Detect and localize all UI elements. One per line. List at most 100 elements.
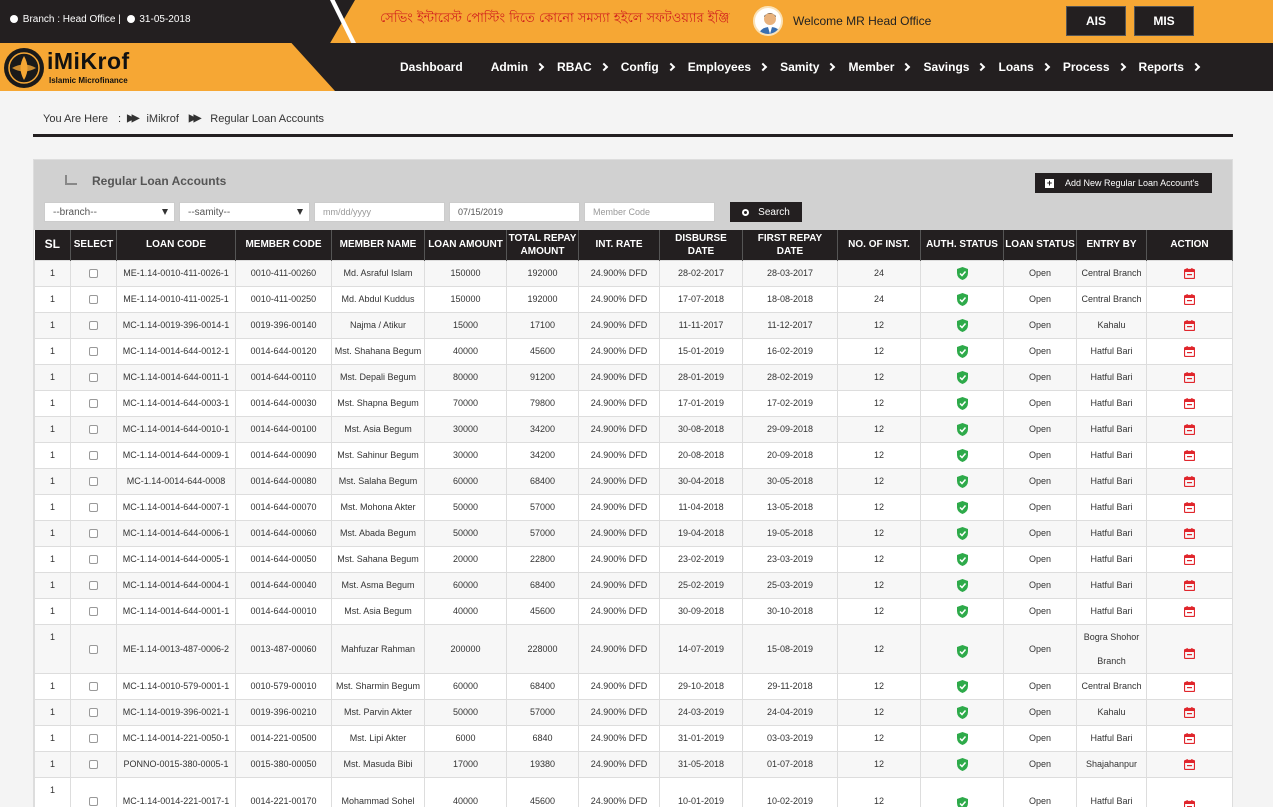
calendar-action-icon[interactable] [1183, 293, 1196, 305]
table-row[interactable]: 1 MC-1.14-0014-644-0011-1 0014-644-00110 Ms… [34, 363, 1233, 391]
row-checkbox[interactable] [89, 451, 98, 461]
table-row[interactable]: 1 MC-1.14-0014-644-0009-1 0014-644-00090 Ms… [34, 441, 1233, 469]
nav-admin[interactable]: Admin [491, 60, 547, 74]
row-checkbox[interactable] [89, 503, 98, 513]
col-header[interactable]: FIRST REPAY DATE [742, 230, 838, 260]
nav-config[interactable]: Config [621, 60, 678, 74]
row-checkbox[interactable] [89, 607, 98, 617]
logo-area[interactable]: iMiKrof Islamic Microfinance [0, 43, 335, 91]
col-header[interactable]: ACTION [1146, 230, 1233, 260]
row-checkbox[interactable] [89, 581, 98, 591]
row-checkbox[interactable] [89, 321, 98, 331]
row-checkbox[interactable] [89, 555, 98, 565]
calendar-action-icon[interactable] [1183, 796, 1196, 807]
nav-loans[interactable]: Loans [998, 60, 1052, 74]
date-to-input[interactable]: 07/15/2019 [449, 202, 580, 222]
row-checkbox[interactable] [89, 644, 98, 654]
cell-inst: 12 [837, 750, 921, 778]
mis-button[interactable]: MIS [1134, 6, 1194, 36]
row-checkbox[interactable] [89, 295, 98, 305]
col-header[interactable]: DISBURSE DATE [659, 230, 743, 260]
nav-rbac[interactable]: RBAC [557, 60, 611, 74]
calendar-action-icon[interactable] [1183, 579, 1196, 591]
col-header[interactable]: ENTRY BY [1076, 230, 1147, 260]
row-checkbox[interactable] [89, 797, 98, 807]
table-row[interactable]: 1 MC-1.14-0014-644-0003-1 0014-644-00030 Ms… [34, 389, 1233, 417]
user-avatar[interactable] [753, 6, 783, 36]
branch-select[interactable]: --branch-- [44, 202, 175, 222]
calendar-action-icon[interactable] [1183, 397, 1196, 409]
calendar-action-icon[interactable] [1183, 501, 1196, 513]
table-row[interactable]: 1 ME-1.14-0013-487-0006-2 0013-487-00060 Ma… [34, 623, 1233, 674]
col-header[interactable]: LOAN CODE [116, 230, 236, 260]
col-header[interactable]: MEMBER CODE [235, 230, 332, 260]
table-row[interactable]: 1 ME-1.14-0010-411-0025-1 0010-411-00250 Md… [34, 285, 1233, 313]
row-checkbox[interactable] [89, 425, 98, 435]
date-from-input[interactable]: mm/dd/yyyy [314, 202, 445, 222]
row-checkbox[interactable] [89, 477, 98, 487]
row-checkbox[interactable] [89, 734, 98, 744]
nav-process[interactable]: Process [1063, 60, 1129, 74]
calendar-action-icon[interactable] [1183, 267, 1196, 279]
table-row[interactable]: 1 MC-1.14-0014-221-0017-1 0014-221-00170 Mo… [34, 776, 1233, 807]
calendar-action-icon[interactable] [1183, 423, 1196, 435]
nav-member[interactable]: Member [848, 60, 913, 74]
calendar-action-icon[interactable] [1183, 706, 1196, 718]
calendar-action-icon[interactable] [1183, 553, 1196, 565]
table-row[interactable]: 1 MC-1.14-0014-644-0006-1 0014-644-00060 Ms… [34, 519, 1233, 547]
col-header[interactable]: TOTAL REPAY AMOUNT [506, 230, 579, 260]
calendar-action-icon[interactable] [1183, 345, 1196, 357]
search-button[interactable]: Search [730, 202, 802, 222]
table-row[interactable]: 1 MC-1.14-0014-644-0001-1 0014-644-00010 Ms… [34, 597, 1233, 625]
samity-select[interactable]: --samity-- [179, 202, 310, 222]
table-row[interactable]: 1 MC-1.14-0014-644-0008 0014-644-00080 Mst.… [34, 467, 1233, 495]
nav-savings[interactable]: Savings [923, 60, 988, 74]
row-checkbox[interactable] [89, 529, 98, 539]
table-row[interactable]: 1 MC-1.14-0019-396-0014-1 0019-396-00140 Na… [34, 311, 1233, 339]
col-header[interactable]: SL [34, 230, 71, 260]
nav-samity[interactable]: Samity [780, 60, 838, 74]
col-header[interactable]: LOAN AMOUNT [424, 230, 507, 260]
table-row[interactable]: 1 MC-1.14-0014-644-0007-1 0014-644-00070 Ms… [34, 493, 1233, 521]
table-row[interactable]: 1 MC-1.14-0014-644-0010-1 0014-644-00100 Ms… [34, 415, 1233, 443]
table-row[interactable]: 1 PONNO-0015-380-0005-1 0015-380-00050 Mst.… [34, 750, 1233, 778]
table-row[interactable]: 1 MC-1.14-0014-644-0004-1 0014-644-00040 Ms… [34, 571, 1233, 599]
calendar-action-icon[interactable] [1183, 319, 1196, 331]
row-checkbox[interactable] [89, 708, 98, 718]
col-header[interactable]: SELECT [70, 230, 117, 260]
row-checkbox[interactable] [89, 269, 98, 279]
table-row[interactable]: 1 MC-1.14-0010-579-0001-1 0010-579-00010 Ms… [34, 672, 1233, 700]
member-code-input[interactable]: Member Code [584, 202, 715, 222]
calendar-action-icon[interactable] [1183, 644, 1196, 659]
row-checkbox[interactable] [89, 373, 98, 383]
col-header[interactable]: MEMBER NAME [331, 230, 425, 260]
calendar-action-icon[interactable] [1183, 371, 1196, 383]
row-checkbox[interactable] [89, 399, 98, 409]
add-loan-account-button[interactable]: + Add New Regular Loan Account's [1035, 173, 1212, 193]
calendar-action-icon[interactable] [1183, 732, 1196, 744]
col-header[interactable]: INT. RATE [578, 230, 660, 260]
calendar-action-icon[interactable] [1183, 475, 1196, 487]
nav-reports[interactable]: Reports [1139, 60, 1203, 74]
calendar-action-icon[interactable] [1183, 680, 1196, 692]
nav-employees[interactable]: Employees [688, 60, 770, 74]
row-checkbox[interactable] [89, 347, 98, 357]
table-row[interactable]: 1 MC-1.14-0014-644-0005-1 0014-644-00050 Ms… [34, 545, 1233, 573]
cell-loan-code: MC-1.14-0014-644-0007-1 [116, 493, 236, 521]
col-header[interactable]: LOAN STATUS [1003, 230, 1077, 260]
ais-button[interactable]: AIS [1066, 6, 1126, 36]
table-row[interactable]: 1 MC-1.14-0014-644-0012-1 0014-644-00120 Ms… [34, 337, 1233, 365]
breadcrumb-home[interactable]: iMikrof [146, 113, 178, 125]
calendar-action-icon[interactable] [1183, 449, 1196, 461]
row-checkbox[interactable] [89, 760, 98, 770]
col-header[interactable]: AUTH. STATUS [920, 230, 1004, 260]
nav-dashboard[interactable]: Dashboard [400, 60, 463, 74]
calendar-action-icon[interactable] [1183, 758, 1196, 770]
calendar-action-icon[interactable] [1183, 605, 1196, 617]
calendar-action-icon[interactable] [1183, 527, 1196, 539]
table-row[interactable]: 1 MC-1.14-0014-221-0050-1 0014-221-00500 Ms… [34, 724, 1233, 752]
col-header[interactable]: NO. OF INST. [837, 230, 921, 260]
row-checkbox[interactable] [89, 682, 98, 692]
table-row[interactable]: 1 ME-1.14-0010-411-0026-1 0010-411-00260 Md… [34, 259, 1233, 287]
table-row[interactable]: 1 MC-1.14-0019-396-0021-1 0019-396-00210 Ms… [34, 698, 1233, 726]
